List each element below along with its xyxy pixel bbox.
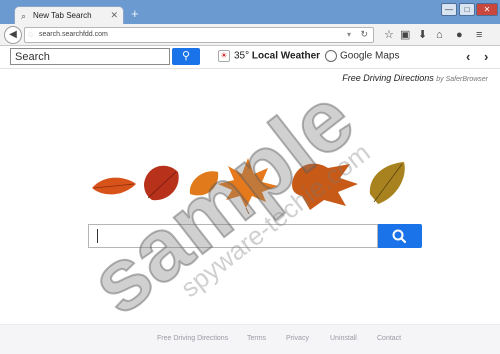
prev-arrow-button[interactable]: ‹ xyxy=(466,49,470,65)
tab-new-tab-search[interactable]: ⌕ New Tab Search ✕ xyxy=(14,6,124,24)
address-bar[interactable]: ◌ search.searchfdd.com ▾ ↻ xyxy=(24,27,374,43)
tab-close-icon[interactable]: ✕ xyxy=(110,10,118,21)
toolbar-search-button[interactable]: ⚲ xyxy=(172,48,200,65)
new-tab-button[interactable]: + xyxy=(131,7,139,21)
tab-title: New Tab Search xyxy=(33,11,92,20)
extension-toolbar: Search ⚲ ☀ 35° Local Weather Google Maps … xyxy=(0,47,500,69)
page-content: Free Driving Directions by SaferBrowser xyxy=(0,70,500,354)
footer-link-uninstall[interactable]: Uninstall xyxy=(330,335,357,342)
brand-by: by SaferBrowser xyxy=(436,76,488,83)
globe-icon: ◌ xyxy=(28,30,33,39)
search-icon: ⌕ xyxy=(21,11,27,21)
main-search-input[interactable] xyxy=(88,224,378,248)
home-icon[interactable]: ⌂ xyxy=(436,28,443,42)
main-search-button[interactable] xyxy=(378,224,422,248)
clipboard-icon[interactable]: ▣ xyxy=(400,28,410,42)
leaf-1 xyxy=(92,177,136,195)
map-pin-icon xyxy=(325,50,337,62)
leaf-4 xyxy=(218,158,278,214)
footer-link-privacy[interactable]: Privacy xyxy=(286,335,309,342)
toolbar-search-input[interactable]: Search xyxy=(10,48,170,65)
bookmark-star-icon[interactable]: ☆ xyxy=(384,28,394,42)
page-footer: Free Driving Directions Terms Privacy Un… xyxy=(0,324,500,354)
close-window-button[interactable]: ✕ xyxy=(476,3,498,16)
url-text: search.searchfdd.com xyxy=(39,31,108,38)
brand-title: Free Driving Directions xyxy=(342,73,434,83)
chat-icon[interactable]: ● xyxy=(456,28,463,42)
back-button[interactable]: ◀ xyxy=(4,26,22,44)
autumn-leaves-logo xyxy=(92,158,405,214)
google-maps-link[interactable]: Google Maps xyxy=(325,50,399,62)
search-icon: ⚲ xyxy=(181,50,191,62)
browser-navbar: ◀ ◌ search.searchfdd.com ▾ ↻ ☆ ▣ ⬇ ⌂ ● ≡ xyxy=(0,24,500,46)
text-cursor xyxy=(97,229,98,243)
maximize-button[interactable]: □ xyxy=(459,3,475,16)
footer-link-contact[interactable]: Contact xyxy=(377,335,401,342)
footer-link-driving-directions[interactable]: Free Driving Directions xyxy=(157,335,228,342)
minimize-button[interactable]: — xyxy=(441,3,457,16)
leaf-3 xyxy=(189,171,219,196)
dropdown-arrow-icon[interactable]: ▾ xyxy=(347,30,351,39)
search-icon xyxy=(392,229,407,244)
menu-icon[interactable]: ≡ xyxy=(476,28,482,42)
next-arrow-button[interactable]: › xyxy=(484,49,488,65)
leaf-5 xyxy=(292,163,358,210)
weather-temp: 35° xyxy=(234,50,250,62)
download-icon[interactable]: ⬇ xyxy=(418,28,427,42)
footer-link-terms[interactable]: Terms xyxy=(247,335,266,342)
local-weather-link[interactable]: ☀ 35° Local Weather xyxy=(218,50,320,62)
weather-label: Local Weather xyxy=(251,50,321,62)
browser-titlebar: ⌕ New Tab Search ✕ + — □ ✕ xyxy=(0,0,500,24)
maps-label: Google Maps xyxy=(340,50,400,62)
reload-icon[interactable]: ↻ xyxy=(360,29,368,40)
leaf-2 xyxy=(144,165,179,201)
brand-header: Free Driving Directions by SaferBrowser xyxy=(342,73,488,83)
leaf-6 xyxy=(369,162,405,204)
weather-icon: ☀ xyxy=(218,50,230,62)
